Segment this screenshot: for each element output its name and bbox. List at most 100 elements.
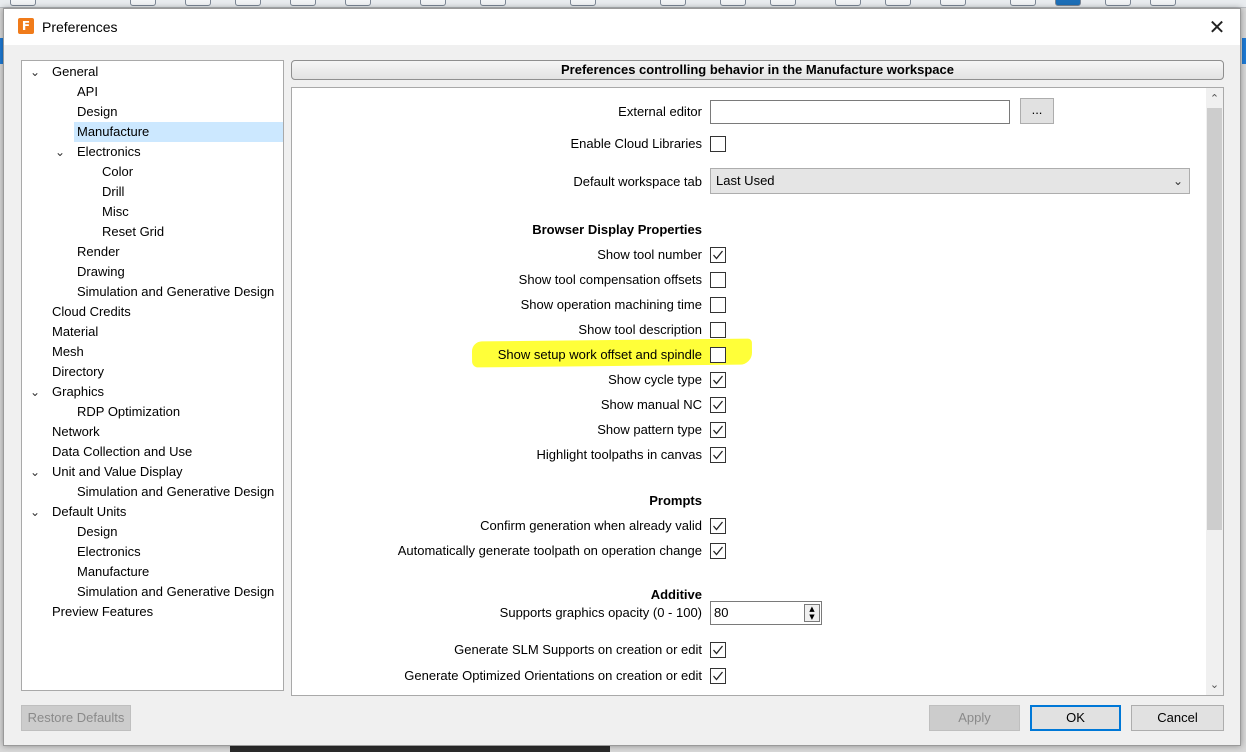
apply-button[interactable]: Apply [929, 705, 1020, 731]
browse-button[interactable]: ... [1020, 98, 1054, 124]
option-checkbox[interactable] [710, 347, 726, 363]
tree-item[interactable]: Render [74, 242, 124, 262]
preferences-panel: External editor ... Enable Cloud Librari… [291, 87, 1224, 696]
scroll-up-icon[interactable]: ⌃ [1206, 90, 1223, 107]
tree-item[interactable]: Network [49, 422, 104, 442]
scroll-down-icon[interactable]: ⌄ [1206, 676, 1223, 693]
prompts-section-title: Prompts [649, 493, 702, 508]
opacity-label: Supports graphics opacity (0 - 100) [499, 605, 702, 620]
option-label: Generate SLM Supports on creation or edi… [454, 642, 702, 657]
default-tab-label: Default workspace tab [573, 174, 702, 189]
background-tool-icon [290, 0, 316, 6]
scroll-thumb[interactable] [1207, 108, 1222, 530]
tree-item[interactable]: Directory [49, 362, 108, 382]
tree-item[interactable]: Drill [99, 182, 128, 202]
option-checkbox[interactable] [710, 642, 726, 658]
tree-item[interactable]: Electronics [74, 542, 145, 562]
option-label: Show operation machining time [520, 297, 702, 312]
tree-item[interactable]: Data Collection and Use [49, 442, 196, 462]
option-label: Generate Optimized Orientations on creat… [404, 668, 702, 683]
enable-cloud-label: Enable Cloud Libraries [570, 136, 702, 151]
dialog-titlebar[interactable]: F Preferences ✕ [4, 9, 1240, 45]
option-label: Highlight toolpaths in canvas [536, 447, 703, 462]
background-tool-icon [835, 0, 861, 6]
external-editor-label: External editor [618, 104, 702, 119]
tree-item[interactable]: Unit and Value Display [49, 462, 187, 482]
option-checkbox[interactable] [710, 322, 726, 338]
panel-scrollbar[interactable]: ⌃ ⌄ [1206, 88, 1223, 695]
tree-item[interactable]: Manufacture [74, 122, 283, 142]
tree-item[interactable]: Electronics [74, 142, 145, 162]
tree-item[interactable]: Design [74, 522, 121, 542]
tree-item[interactable]: Misc [99, 202, 133, 222]
preferences-tree[interactable]: ⌄ General API Design Manufacture ⌄ Electronics… [21, 60, 284, 691]
tree-item[interactable]: Cloud Credits [49, 302, 135, 322]
chevron-down-icon[interactable]: ⌄ [53, 142, 67, 162]
ok-button[interactable]: OK [1030, 705, 1121, 731]
option-label: Confirm generation when already valid [480, 518, 702, 533]
tree-item[interactable]: Default Units [49, 502, 130, 522]
tree-item[interactable]: Simulation and Generative Design [74, 482, 278, 502]
tree-item[interactable]: Simulation and Generative Design [74, 582, 278, 602]
tree-item[interactable]: Color [99, 162, 137, 182]
tree-item[interactable]: Drawing [74, 262, 129, 282]
option-label: Show tool number [597, 247, 702, 262]
opacity-value: 80 [714, 605, 729, 620]
option-label: Show pattern type [597, 422, 702, 437]
background-tool-icon [1055, 0, 1081, 6]
background-tool-icon [885, 0, 911, 6]
default-tab-select[interactable]: Last Used ⌄ [710, 168, 1190, 194]
option-label: Automatically generate toolpath on opera… [397, 543, 702, 558]
tree-item[interactable]: Mesh [49, 342, 88, 362]
cancel-button[interactable]: Cancel [1131, 705, 1224, 731]
option-checkbox[interactable] [710, 247, 726, 263]
background-tool-icon [235, 0, 261, 6]
tree-item[interactable]: API [74, 82, 102, 102]
stepper-up-icon[interactable]: ▲ [805, 605, 819, 613]
chevron-down-icon[interactable]: ⌄ [28, 462, 42, 482]
restore-defaults-button[interactable]: Restore Defaults [21, 705, 131, 731]
option-checkbox[interactable] [710, 447, 726, 463]
background-tool-icon [185, 0, 211, 6]
background-tool-icon [130, 0, 156, 6]
tree-item[interactable]: Manufacture [74, 562, 153, 582]
background-accent [1242, 38, 1246, 64]
chevron-down-icon[interactable]: ⌄ [28, 502, 42, 522]
tree-item[interactable]: General [49, 62, 102, 82]
background-tool-icon [10, 0, 36, 6]
opacity-stepper[interactable]: ▲ ▼ [804, 604, 820, 622]
tree-item[interactable]: RDP Optimization [74, 402, 184, 422]
option-checkbox[interactable] [710, 272, 726, 288]
panel-header: Preferences controlling behavior in the … [291, 60, 1224, 80]
background-toolbar [0, 0, 1246, 8]
option-checkbox[interactable] [710, 543, 726, 559]
option-checkbox[interactable] [710, 422, 726, 438]
chevron-down-icon[interactable]: ⌄ [28, 62, 42, 82]
background-tool-icon [480, 0, 506, 6]
opacity-spinbox[interactable]: 80 ▲ ▼ [710, 601, 822, 625]
option-checkbox[interactable] [710, 297, 726, 313]
tree-item[interactable]: Reset Grid [99, 222, 168, 242]
tree-item[interactable]: Material [49, 322, 102, 342]
background-tool-icon [1010, 0, 1036, 6]
background-tool-icon [660, 0, 686, 6]
background-tool-icon [345, 0, 371, 6]
tree-item[interactable]: Preview Features [49, 602, 157, 622]
option-label: Show tool description [578, 322, 702, 337]
tree-item[interactable]: Graphics [49, 382, 108, 402]
stepper-down-icon[interactable]: ▼ [805, 613, 819, 621]
option-checkbox[interactable] [710, 668, 726, 684]
background-tool-icon [770, 0, 796, 6]
preferences-dialog: F Preferences ✕ ⌄ General API Design Manufac… [3, 8, 1241, 746]
background-tool-icon [420, 0, 446, 6]
chevron-down-icon[interactable]: ⌄ [28, 382, 42, 402]
option-checkbox[interactable] [710, 518, 726, 534]
tree-item[interactable]: Design [74, 102, 121, 122]
close-icon[interactable]: ✕ [1194, 9, 1240, 45]
option-checkbox[interactable] [710, 397, 726, 413]
browser-section-title: Browser Display Properties [532, 222, 702, 237]
enable-cloud-checkbox[interactable] [710, 136, 726, 152]
option-checkbox[interactable] [710, 372, 726, 388]
tree-item[interactable]: Simulation and Generative Design [74, 282, 278, 302]
external-editor-input[interactable] [710, 100, 1010, 124]
